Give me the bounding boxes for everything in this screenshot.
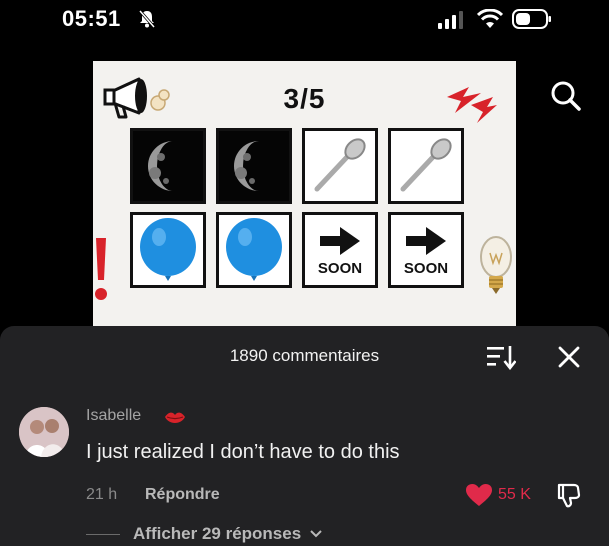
comments-count-title: 1890 commentaires	[229, 346, 380, 365]
thumbs-down-icon	[557, 483, 581, 508]
close-comments-button[interactable]	[556, 344, 582, 370]
lightning-icon	[447, 87, 497, 123]
soon-arrow-icon	[406, 227, 446, 255]
like-count: 55 K	[498, 486, 531, 503]
comment-text: I just realized I don’t have to do this	[86, 441, 400, 463]
dislike-button[interactable]	[556, 482, 584, 513]
soon-label: SOON	[403, 260, 449, 277]
avatar-photo	[19, 407, 69, 457]
moon-icon	[233, 141, 259, 191]
bell-muted-icon	[138, 9, 156, 34]
chevron-down-icon	[310, 530, 322, 538]
megaphone-icon	[103, 77, 170, 119]
status-time: 05:51	[62, 6, 121, 31]
search-icon	[551, 81, 581, 111]
grid-cell-moon	[130, 128, 206, 204]
comment-timestamp: 21 h	[86, 486, 118, 503]
moon-icon	[147, 141, 173, 191]
soon-label: SOON	[317, 260, 363, 277]
grid-cell-balloon	[216, 212, 292, 288]
exclamation-icon	[95, 238, 107, 300]
comment-author[interactable]: Isabelle	[86, 407, 141, 425]
lightbulb-icon	[480, 236, 512, 294]
grid-cell-soon: SOON	[388, 212, 464, 288]
balloon-icon	[226, 218, 282, 281]
comments-panel: 1890 commentaires Isabelle I just realiz…	[0, 326, 609, 546]
grid-cell-moon	[216, 128, 292, 204]
balloon-icon	[140, 218, 196, 281]
spoon-icon	[400, 138, 452, 192]
close-icon	[558, 346, 580, 368]
replies-divider	[86, 534, 120, 535]
heart-icon	[466, 484, 492, 506]
search-button[interactable]	[548, 78, 584, 114]
grid-cell-soon: SOON	[302, 212, 378, 288]
grid-cell-spoon	[302, 128, 378, 204]
reply-button[interactable]: Répondre	[145, 486, 220, 504]
like-button[interactable]	[465, 483, 493, 512]
status-bar: 05:51	[0, 0, 609, 40]
grid-cell-balloon	[130, 212, 206, 288]
view-replies-button[interactable]: Afficher 29 réponses	[133, 524, 323, 544]
wifi-icon	[476, 8, 504, 34]
soon-arrow-icon	[320, 227, 360, 255]
signal-icon	[438, 11, 464, 34]
sort-comments-button[interactable]	[486, 344, 517, 371]
battery-icon	[512, 9, 552, 34]
video-frame[interactable]: 3/5 SOON SOON	[93, 61, 516, 326]
view-replies-label: Afficher 29 réponses	[133, 524, 302, 543]
kiss-lips-icon	[164, 410, 186, 431]
grid-cell-spoon	[388, 128, 464, 204]
spoon-icon	[314, 138, 366, 192]
avatar[interactable]	[19, 407, 69, 457]
sort-icon	[487, 346, 517, 371]
